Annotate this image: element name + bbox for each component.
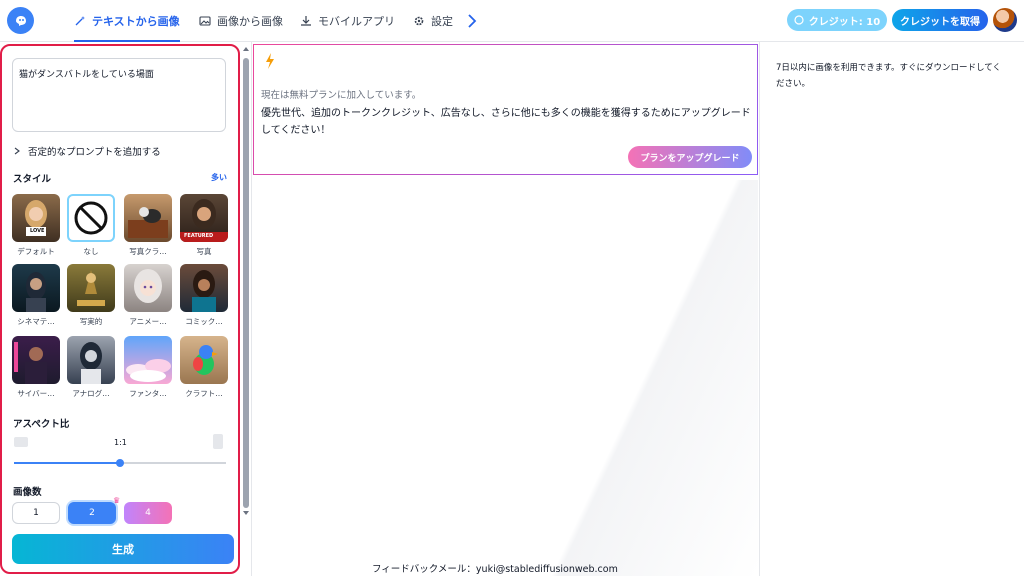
style-option-cyberpunk[interactable]: サイバー… <box>12 336 62 399</box>
style-option-none[interactable]: なし <box>67 194 117 257</box>
style-thumbnail <box>12 336 60 384</box>
style-option-craft[interactable]: クラフト… <box>180 336 230 399</box>
get-credit-button[interactable]: クレジットを取得 <box>892 9 988 31</box>
style-option-anime[interactable]: アニメー… <box>124 264 174 327</box>
upgrade-plan-button[interactable]: プランをアップグレード <box>628 146 752 168</box>
upgrade-card: 現在は無料プランに加入しています。 優先世代、追加のトークンクレジット、広告なし… <box>253 44 758 175</box>
style-thumbnail: FEATURED <box>180 194 228 242</box>
style-option-default[interactable]: LOVE デフォルト <box>12 194 62 257</box>
aspect-ratio-heading: アスペクト比 <box>13 419 70 430</box>
negative-prompt-toggle[interactable]: 否定的なプロンプトを追加する <box>14 144 161 158</box>
portrait-ratio-icon[interactable] <box>213 434 223 449</box>
style-thumbnail-badge: LOVE <box>30 228 45 234</box>
tab-label: 画像から画像 <box>217 15 283 28</box>
style-thumbnail <box>67 194 115 242</box>
scroll-down-icon[interactable] <box>243 510 249 516</box>
image-icon <box>199 16 211 26</box>
tab-text-to-image[interactable]: テキストから画像 <box>74 0 180 42</box>
left-panel-scrollbar[interactable] <box>243 46 249 516</box>
more-styles-link[interactable]: 多い <box>211 172 227 183</box>
tab-image-to-image[interactable]: 画像から画像 <box>199 0 283 42</box>
crown-icon: ♛ <box>113 496 121 505</box>
style-caption: シネマテ… <box>17 317 55 326</box>
avatar[interactable] <box>993 8 1017 32</box>
style-thumbnail <box>180 336 228 384</box>
landscape-ratio-icon[interactable] <box>14 437 28 447</box>
lightning-icon <box>266 53 274 69</box>
right-divider <box>759 42 760 576</box>
style-option-cinematic[interactable]: シネマテ… <box>12 264 62 327</box>
style-thumbnail: LOVE <box>12 194 60 242</box>
image-count-heading: 画像数 <box>13 487 42 498</box>
ban-icon <box>74 201 108 235</box>
style-option-comic[interactable]: コミック… <box>180 264 230 327</box>
feedback-email: フィードバックメール：yuki@stablediffusionweb.com <box>372 564 618 575</box>
slider-handle[interactable] <box>116 459 124 467</box>
style-thumbnail <box>124 336 172 384</box>
tab-settings[interactable]: 設定 <box>413 0 453 42</box>
generation-panel: 猫がダンスバトルをしている場面 否定的なプロンプトを追加する スタイル 多い L… <box>0 44 240 574</box>
style-caption: ファンタ… <box>129 389 167 398</box>
style-thumbnail-badge: FEATURED <box>184 233 214 239</box>
credit-badge: クレジット: 10 <box>787 9 887 31</box>
style-thumbnail <box>124 264 172 312</box>
style-option-realistic[interactable]: 写実的 <box>67 264 117 327</box>
scroll-up-icon[interactable] <box>243 46 249 52</box>
brain-icon <box>15 15 26 26</box>
style-option-fantasy[interactable]: ファンタ… <box>124 336 174 399</box>
app-logo[interactable] <box>7 7 34 34</box>
count-option-4[interactable]: 4 <box>124 502 172 524</box>
download-icon <box>301 16 311 26</box>
gear-icon <box>414 16 424 26</box>
count-option-2[interactable]: 2 <box>68 502 116 524</box>
style-caption: デフォルト <box>17 247 55 256</box>
plan-description: 優先世代、追加のトークンクレジット、広告なし、さらに他にも多くの機能を獲得するた… <box>261 108 751 136</box>
aspect-ratio-value: 1:1 <box>114 438 127 447</box>
style-thumbnail <box>180 264 228 312</box>
style-caption: サイバー… <box>17 389 55 398</box>
style-caption: なし <box>83 247 99 256</box>
style-thumbnail <box>12 264 60 312</box>
chevron-right-icon <box>14 147 20 155</box>
style-caption: コミック… <box>185 317 223 326</box>
style-caption: 写実的 <box>79 317 103 326</box>
tab-label: 設定 <box>431 15 453 28</box>
negative-prompt-label: 否定的なプロンプトを追加する <box>28 147 161 158</box>
style-option-photo-classic[interactable]: 写真クラ… <box>124 194 174 257</box>
prompt-input[interactable]: 猫がダンスバトルをしている場面 <box>12 58 226 132</box>
style-caption: アニメー… <box>129 317 167 326</box>
style-thumbnail <box>67 264 115 312</box>
slider-fill <box>14 462 120 464</box>
style-caption: 写真 <box>196 247 212 256</box>
style-option-photo[interactable]: FEATURED 写真 <box>180 194 230 257</box>
style-thumbnail <box>124 194 172 242</box>
aspect-ratio-slider[interactable] <box>14 459 226 467</box>
result-area <box>253 180 758 576</box>
left-divider <box>251 42 252 576</box>
style-heading: スタイル <box>13 174 52 185</box>
wand-icon <box>75 16 85 26</box>
scroll-thumb[interactable] <box>243 58 249 508</box>
style-caption: クラフト… <box>185 389 223 398</box>
style-thumbnail <box>67 336 115 384</box>
style-caption: アナログ… <box>72 389 110 398</box>
chevron-right-icon[interactable] <box>464 12 480 30</box>
coin-icon <box>794 15 804 25</box>
style-caption: 写真クラ… <box>129 247 167 256</box>
download-notice: 7日以内に画像を利用できます。すぐにダウンロードしてください。 <box>776 63 1002 89</box>
credit-count: クレジット: 10 <box>808 16 881 28</box>
tab-label: モバイルアプリ <box>318 15 395 28</box>
tab-mobile-app[interactable]: モバイルアプリ <box>300 0 395 42</box>
plan-status: 現在は無料プランに加入しています。 <box>261 90 422 101</box>
tab-label: テキストから画像 <box>92 15 180 28</box>
style-option-analog[interactable]: アナログ… <box>67 336 117 399</box>
top-nav: テキストから画像 画像から画像 モバイルアプリ 設定 クレジット: 10 クレジ… <box>0 0 1024 42</box>
generate-button[interactable]: 生成 <box>12 534 234 564</box>
count-option-1[interactable]: 1 <box>12 502 60 524</box>
